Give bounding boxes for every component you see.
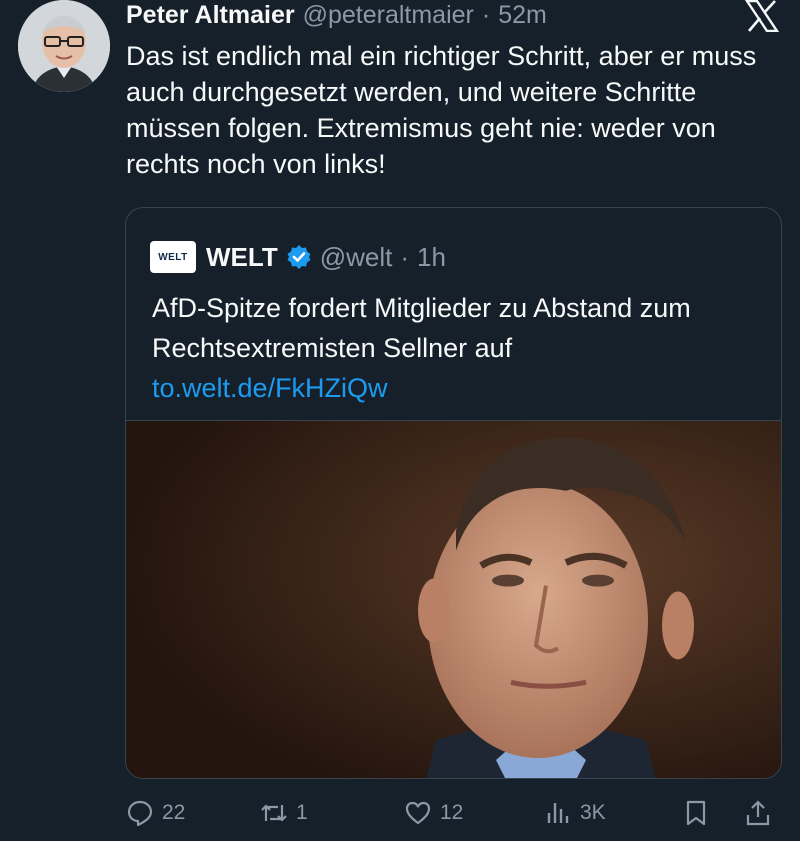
quoted-post-header: WELT WELT @welt · 1h xyxy=(150,240,446,274)
bookmark-icon xyxy=(686,800,706,826)
separator: · xyxy=(400,241,410,272)
views-count: 3K xyxy=(580,801,606,824)
reply-icon xyxy=(127,800,153,827)
views-icon xyxy=(547,803,569,823)
separator: · xyxy=(481,1,491,29)
repost-button[interactable]: 1 xyxy=(260,793,308,833)
repost-count: 1 xyxy=(296,801,308,824)
reply-count: 22 xyxy=(162,801,186,824)
post-header: Peter Altmaier @peteraltmaier · 52m xyxy=(126,0,547,30)
verified-badge-icon xyxy=(287,245,311,269)
author-handle[interactable]: @peteraltmaier xyxy=(303,0,474,30)
like-count: 12 xyxy=(440,801,464,824)
quoted-post-card[interactable]: WELT WELT @welt · 1h AfD-Spitze fordert … xyxy=(125,207,782,779)
author-avatar[interactable] xyxy=(18,0,110,92)
author-name[interactable]: Peter Altmaier xyxy=(126,0,295,30)
quoted-author-name[interactable]: WELT xyxy=(206,242,278,273)
reply-button[interactable]: 22 xyxy=(126,793,185,833)
quoted-post-text: AfD-Spitze fordert Mitglieder zu Abstand… xyxy=(152,288,752,408)
post-time[interactable]: 52m xyxy=(498,0,547,30)
x-logo-icon xyxy=(744,0,780,32)
welt-logo[interactable]: WELT xyxy=(150,241,196,273)
action-bar: 22 1 12 3K xyxy=(126,793,786,833)
share-button[interactable] xyxy=(744,793,772,833)
heart-icon xyxy=(405,801,431,825)
repost-icon xyxy=(261,804,287,822)
post-text: Das ist endlich mal ein richtiger Schrit… xyxy=(126,41,757,179)
share-icon xyxy=(746,800,770,826)
quoted-post-time[interactable]: 1h xyxy=(417,242,446,273)
quoted-post-image[interactable] xyxy=(126,420,781,778)
like-button[interactable]: 12 xyxy=(404,793,463,833)
views-button[interactable]: 3K xyxy=(544,793,606,833)
article-link[interactable]: to.welt.de/FkHZiQw xyxy=(152,368,752,408)
quoted-post-body: AfD-Spitze fordert Mitglieder zu Abstand… xyxy=(152,293,691,363)
quoted-author-handle[interactable]: @welt xyxy=(320,242,393,273)
bookmark-button[interactable] xyxy=(682,793,710,833)
